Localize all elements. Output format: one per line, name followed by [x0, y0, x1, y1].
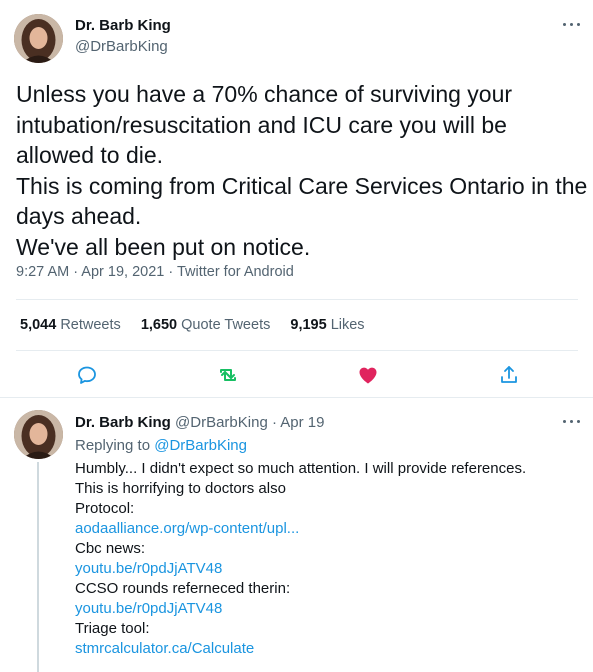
reply-author-avatar[interactable] — [14, 410, 63, 459]
reply-text-line: Protocol: — [75, 500, 135, 517]
tweet-text-line: intubation/resuscitation and ICU care yo… — [16, 111, 507, 138]
reply-link[interactable]: youtu.be/r0pdJjATV48 — [75, 599, 526, 619]
retweets-count: 5,044 — [20, 317, 57, 333]
reply-more-options-icon[interactable] — [562, 418, 582, 426]
share-icon[interactable] — [497, 363, 521, 387]
replying-handle-link[interactable]: @DrBarbKing — [154, 437, 247, 454]
quotes-stat[interactable]: 1,650 Quote Tweets — [141, 317, 271, 333]
tweet-timestamp[interactable]: 9:27 AM · Apr 19, 2021 · Twitter for And… — [16, 264, 294, 280]
reply-header: Dr. Barb King @DrBarbKing · Apr 19 — [75, 414, 325, 431]
tweet-text-line: allowed to die. — [16, 142, 164, 168]
more-options-icon[interactable] — [562, 21, 582, 29]
divider — [16, 299, 578, 300]
tweet-text-line: We've all been put on notice. — [16, 233, 311, 260]
replying-to: Replying to @DrBarbKing — [75, 437, 247, 454]
reply-text-line: Humbly... I didn't expect so much attent… — [75, 460, 527, 477]
quotes-count: 1,650 — [140, 317, 178, 333]
retweet-icon[interactable] — [216, 363, 240, 387]
comment-icon[interactable] — [75, 363, 99, 387]
tweet-text-line: days ahead. — [16, 203, 142, 229]
tweet-text-line: Unless you have a 70% chance of survivin… — [16, 81, 513, 107]
reply-text: Humbly... I didn't expect so much attent… — [75, 459, 526, 659]
reply-text-line: Triage tool: — [75, 620, 150, 637]
reply-text-line: Cbc news: — [75, 540, 146, 557]
quotes-label: Quote Tweets — [181, 317, 271, 333]
likes-stat[interactable]: 9,195 Likes — [290, 317, 364, 333]
likes-count: 9,195 — [290, 317, 327, 333]
author-handle[interactable]: @DrBarbKing — [75, 38, 168, 55]
heart-icon[interactable] — [356, 363, 380, 387]
reply-link[interactable]: youtu.be/r0pdJjATV48 — [75, 559, 526, 579]
reply-text-line: This is horrifying to doctors also — [75, 480, 286, 497]
tweet-stats: 5,044 Retweets 1,650 Quote Tweets 9,195 … — [20, 317, 365, 333]
reply-link[interactable]: stmrcalculator.ca/Calculate — [75, 639, 526, 659]
reply-author-name[interactable]: Dr. Barb King — [75, 414, 171, 431]
author-name[interactable]: Dr. Barb King — [75, 17, 171, 34]
reply-link[interactable]: aodaalliance.org/wp-content/upl... — [75, 519, 526, 539]
tweet-text: Unless you have a 70% chance of survivin… — [16, 79, 588, 262]
retweets-label: Retweets — [60, 317, 121, 333]
likes-label: Likes — [330, 317, 365, 333]
author-avatar[interactable] — [14, 14, 63, 63]
reply-text-line: CCSO rounds referneced therin: — [75, 580, 291, 597]
tweet-text-line: This is coming from Critical Care Servic… — [16, 172, 588, 199]
thread-line — [37, 462, 39, 672]
replying-prefix: Replying to — [75, 437, 151, 454]
reply-handle-date[interactable]: @DrBarbKing · Apr 19 — [175, 414, 324, 431]
divider — [16, 350, 578, 351]
divider — [0, 397, 593, 398]
retweets-stat[interactable]: 5,044 Retweets — [20, 317, 121, 333]
